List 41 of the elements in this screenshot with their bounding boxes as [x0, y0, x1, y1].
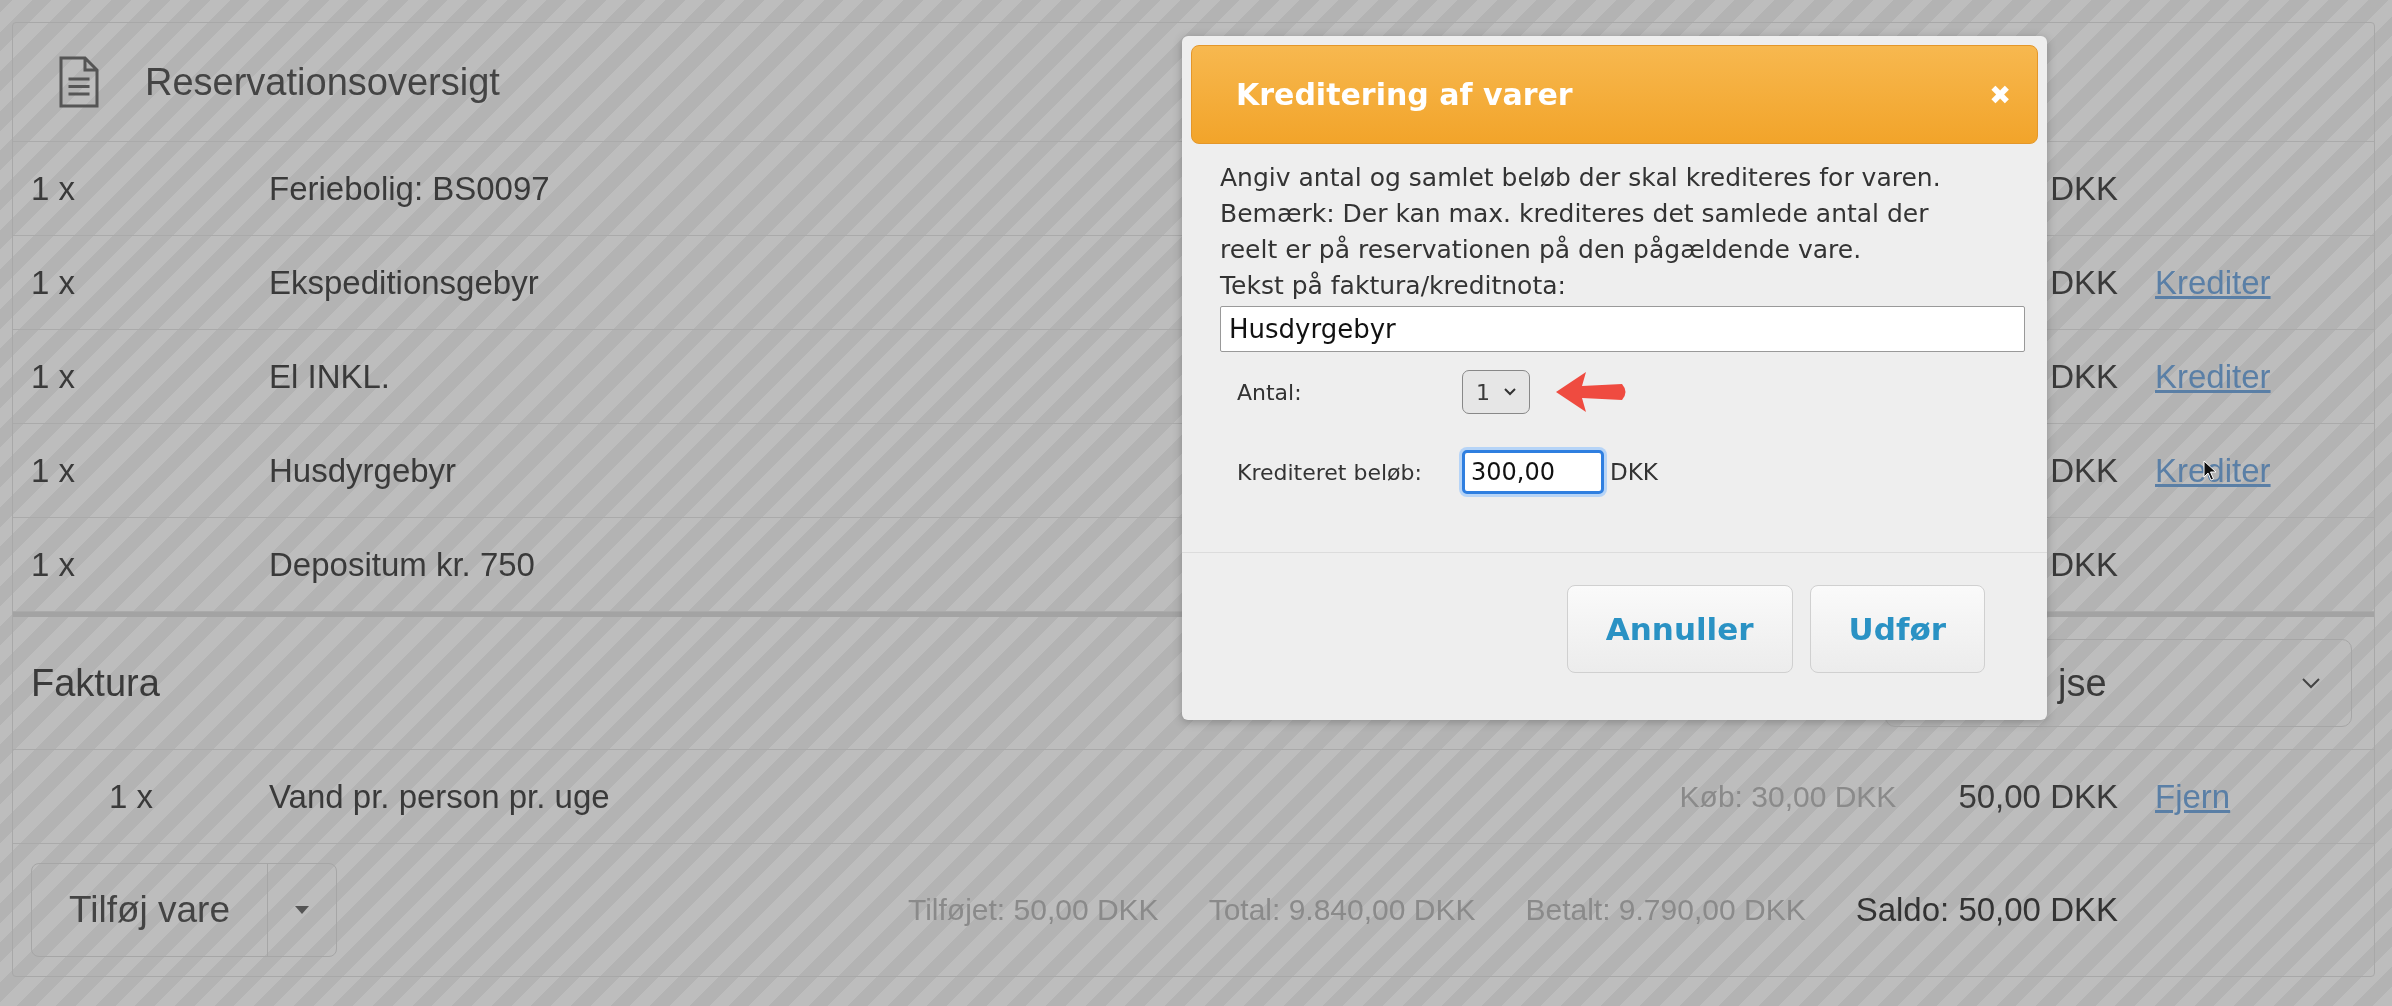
currency-text: DKK	[1610, 459, 1658, 485]
action-link[interactable]: Krediter	[2155, 263, 2271, 301]
quantity-select[interactable]: 1	[1462, 370, 1530, 414]
quantity-text: 1 x	[31, 169, 77, 208]
quantity-text: 1 x	[109, 777, 155, 816]
item-name: Depositum kr. 750	[269, 545, 535, 583]
amount-field[interactable]: 300,00	[1462, 450, 1604, 494]
amount-text: DKK	[2050, 169, 2118, 208]
action-link[interactable]: Krediter	[2155, 357, 2271, 395]
text-field[interactable]: Husdyrgebyr	[1220, 306, 2025, 352]
amount-text: DKK	[2050, 357, 2118, 396]
close-button[interactable]: ✖	[1989, 79, 2011, 110]
item-name: Ekspeditionsgebyr	[269, 263, 539, 301]
field-label: Antal:	[1237, 379, 1303, 405]
item-name: Feriebolig: BS0097	[269, 169, 550, 207]
caret-down-icon	[295, 906, 309, 914]
field-label: Tekst på faktura/kreditnota:	[1220, 270, 1567, 302]
quantity-text: 1 x	[31, 263, 77, 302]
section-title: Reservationsoversigt	[145, 60, 500, 104]
document-icon	[57, 55, 101, 109]
chevron-down-icon	[1504, 388, 1516, 396]
quantity-text: 1 x	[31, 357, 77, 396]
item-name: El INKL.	[269, 357, 391, 395]
amount-text: DKK	[2050, 545, 2118, 584]
amount-text: DKK	[2050, 451, 2118, 490]
item-name: Vand pr. person pr. uge	[269, 777, 610, 815]
dialog-button[interactable]: Annuller	[1566, 585, 1793, 673]
message-text: Bemærk: Der kan max. krediteres det samlede antal der reelt er på reservationen på den pågældende vare.	[1220, 198, 1930, 266]
quantity-text: 1 x	[31, 451, 77, 490]
balance-text: Saldo: 50,00 DKK	[1855, 891, 2118, 929]
amount-text: 50,00 DKK	[1958, 777, 2118, 816]
item-name: Husdyrgebyr	[269, 451, 457, 489]
message-text: Angiv antal og samlet beløb der skal krediteres for varen.	[1220, 162, 1941, 194]
quantity-text: 1 x	[31, 545, 77, 584]
section-title: Faktura	[31, 661, 161, 705]
chevron-down-icon	[2301, 677, 2321, 689]
dialog-title: Kreditering af varer	[1236, 77, 1574, 112]
amount-text: DKK	[2050, 263, 2118, 302]
action-link[interactable]: Fjern	[2155, 777, 2231, 815]
field-label: Krediteret beløb:	[1237, 459, 1423, 485]
dialog-button[interactable]: Udfør	[1809, 585, 1985, 673]
